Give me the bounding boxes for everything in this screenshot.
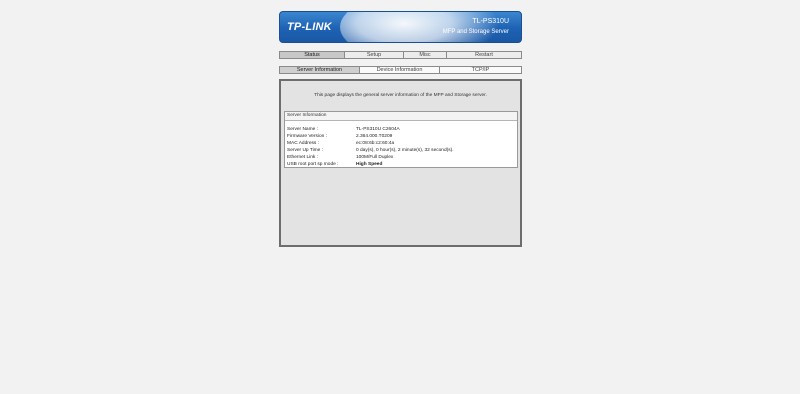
row-label: MAC Address : bbox=[287, 141, 319, 146]
info-row-firmware-version: Firmware Version : 2.364.000.T0209 bbox=[287, 133, 515, 140]
row-value: 2.364.000.T0209 bbox=[356, 134, 393, 139]
intro-text: This page displays the general server in… bbox=[314, 93, 487, 98]
tab-misc[interactable]: Misc bbox=[403, 51, 446, 59]
subtab-device-information[interactable]: Device Information bbox=[359, 66, 439, 74]
info-row-server-name: Server Name : TL-PS310U C2604A bbox=[287, 126, 515, 133]
row-label: Server Up Time : bbox=[287, 148, 323, 153]
section-title: Server Information bbox=[285, 112, 517, 121]
header-banner: TP-LINK TL-PS310U MFP and Storage Server bbox=[279, 11, 522, 43]
row-value: High Speed bbox=[356, 162, 383, 167]
sub-nav: Server Information Device Information TC… bbox=[279, 66, 522, 74]
row-label: USB root port sp mode : bbox=[287, 162, 339, 167]
main-nav: Status Setup Misc Restart bbox=[279, 51, 522, 59]
row-label: Server Name : bbox=[287, 127, 318, 132]
subtab-tcp-ip[interactable]: TCP/IP bbox=[439, 66, 522, 74]
row-value: 100M/Full Duplex bbox=[356, 155, 394, 160]
info-row-server-up-time: Server Up Time : 0 day(s), 0 hour(s), 2 … bbox=[287, 147, 515, 154]
info-row-mac-address: MAC Address : ec:08:6b:c2:60:4a bbox=[287, 140, 515, 147]
row-value: TL-PS310U C2604A bbox=[356, 127, 400, 132]
banner-swoosh bbox=[340, 12, 500, 42]
tab-restart[interactable]: Restart bbox=[446, 51, 522, 59]
tab-status[interactable]: Status bbox=[279, 51, 344, 59]
info-row-ethernet-link: Ethernet Link : 100M/Full Duplex bbox=[287, 154, 515, 161]
subtab-server-information[interactable]: Server Information bbox=[279, 66, 359, 74]
row-label: Ethernet Link : bbox=[287, 155, 318, 160]
tp-link-logo: TP-LINK bbox=[287, 21, 332, 33]
tab-setup[interactable]: Setup bbox=[344, 51, 403, 59]
row-value: ec:08:6b:c2:60:4a bbox=[356, 141, 395, 146]
server-info-box: Server Information Server Name : TL-PS31… bbox=[284, 111, 518, 168]
info-row-usb-mode: USB root port sp mode : High Speed bbox=[287, 161, 515, 168]
device-description: MFP and Storage Server bbox=[442, 29, 509, 35]
content-panel: This page displays the general server in… bbox=[279, 79, 522, 247]
row-label: Firmware Version : bbox=[287, 134, 327, 139]
device-model: TL-PS310U bbox=[472, 18, 509, 25]
row-value: 0 day(s), 0 hour(s), 2 minute(s), 32 sec… bbox=[356, 148, 454, 153]
